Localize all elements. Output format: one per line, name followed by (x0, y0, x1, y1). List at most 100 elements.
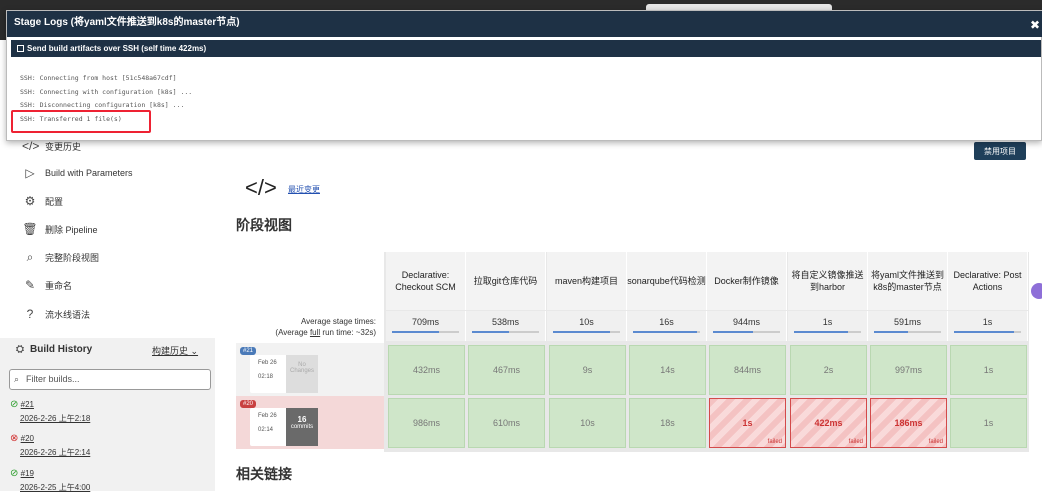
stage-average: 538ms (466, 311, 546, 341)
run-date: Feb 26 (258, 413, 277, 419)
sidebar-item-label: 重命名 (45, 280, 73, 291)
sidebar-item-label: 配置 (45, 196, 64, 207)
stage-average: 16s (627, 311, 707, 341)
stage-cell[interactable]: 844ms (709, 345, 786, 395)
stage-header: Declarative: Post Actions (948, 252, 1028, 310)
log-line: SSH: Connecting with configuration [k8s]… (20, 88, 193, 96)
stage-header: Declarative: Checkout SCM (386, 252, 466, 310)
build-list-item[interactable]: ⊘ #19 2026-2-25 上午4:00 (10, 468, 90, 492)
progress-bar (874, 331, 941, 333)
stage-cell[interactable]: 986ms (388, 398, 465, 448)
stage-average: 1s (788, 311, 868, 341)
stage-cell[interactable]: 432ms (388, 345, 465, 395)
sidebar-item[interactable]: ? 流水线语法 (22, 305, 90, 323)
stage-header: 拉取git仓库代码 (466, 252, 546, 310)
sidebar-item[interactable]: 🗑 删除 Pipeline (22, 220, 98, 238)
run-badge[interactable]: #20 (240, 400, 257, 408)
stage-view-title: 阶段视图 (236, 217, 292, 233)
stage-cell[interactable]: 610ms (468, 398, 545, 448)
filter-builds-input[interactable]: ⌕ Filter builds... (9, 369, 211, 390)
stage-header: 将自定义镜像推送到harbor (788, 252, 868, 310)
failed-icon: ⊗ (10, 433, 19, 444)
sidebar-item-icon: ▷ (25, 166, 35, 180)
stage-average: 1s (948, 311, 1028, 341)
failed-flag: failed (928, 439, 943, 445)
progress-bar (954, 331, 1021, 333)
stage-cell[interactable]: 186ms failed (870, 398, 947, 448)
log-line: SSH: Disconnecting configuration [k8s] .… (20, 101, 185, 109)
disable-project-button[interactable]: 禁用项目 (974, 142, 1026, 160)
success-icon: ⊘ (10, 399, 19, 410)
run-badge[interactable]: #21 (240, 347, 257, 355)
build-history-icon: ⛭ (16, 344, 24, 355)
build-date[interactable]: 2026-2-25 上午4:00 (20, 482, 90, 493)
sidebar-item[interactable]: ⚙ 配置 (22, 192, 63, 210)
sidebar-item-label: 流水线语法 (45, 309, 91, 320)
average-times-label: Average stage times: (Average full run t… (275, 317, 376, 337)
stage-cell[interactable]: 2s (790, 345, 867, 395)
stage-header: 将yaml文件推送到k8s的master节点 (868, 252, 948, 310)
changes-box[interactable]: No Changes (286, 355, 318, 393)
sidebar-item-icon: ? (26, 307, 34, 321)
highlight-box (11, 110, 151, 133)
run-date: Feb 26 (258, 360, 277, 366)
close-icon[interactable]: ✖ (1030, 13, 1040, 37)
stage-average: 709ms (386, 311, 466, 341)
run-time: 02:14 (258, 427, 274, 433)
failed-flag: failed (848, 439, 863, 445)
stage-cell[interactable]: 14s (629, 345, 706, 395)
build-number[interactable]: #20 (21, 434, 34, 443)
stage-cell[interactable]: 467ms (468, 345, 545, 395)
sidebar-item[interactable]: ⌕ 完整阶段视图 (22, 248, 99, 266)
sidebar-item-icon: ✎ (24, 278, 36, 292)
stage-average: 591ms (868, 311, 948, 341)
log-line: SSH: Connecting from host [51c548a67cdf] (20, 74, 177, 82)
sidebar-item-label: Build with Parameters (45, 168, 133, 178)
stage-average: 10s (547, 311, 627, 341)
run-time: 02:18 (258, 374, 274, 380)
failed-flag: failed (767, 439, 782, 445)
recent-changes-link[interactable]: 最近变更 (288, 184, 320, 195)
stage-cell[interactable]: 1s (950, 398, 1027, 448)
build-history-title: ⛭ Build History (16, 344, 93, 355)
sidebar-item-icon: ⌕ (26, 249, 34, 264)
stage-cell[interactable]: 10s (549, 398, 626, 448)
progress-bar (633, 331, 700, 333)
build-number[interactable]: #21 (21, 400, 34, 409)
stage-cell[interactable]: 1s (950, 345, 1027, 395)
sidebar-item[interactable]: ▷ Build with Parameters (22, 164, 133, 182)
sidebar-item[interactable]: ✎ 重命名 (22, 276, 72, 294)
run-card[interactable]: Feb 26 02:18 No Changes (250, 355, 318, 393)
build-list-item[interactable]: ⊗ #20 2026-2-26 上午2:14 (10, 433, 90, 457)
sidebar-item-icon: </> (22, 139, 40, 153)
collapse-icon[interactable] (17, 45, 24, 52)
stage-cell[interactable]: 422ms failed (790, 398, 867, 448)
build-date[interactable]: 2026-2-26 上午2:14 (20, 447, 90, 458)
stage-header: maven构建项目 (547, 252, 627, 310)
related-links-title: 相关链接 (236, 466, 292, 482)
assistant-icon[interactable] (1031, 283, 1042, 299)
stage-cell[interactable]: 997ms (870, 345, 947, 395)
search-icon: ⌕ (14, 374, 20, 384)
run-card[interactable]: Feb 26 02:14 16 commits (250, 408, 318, 446)
progress-bar (392, 331, 459, 333)
progress-bar (472, 331, 539, 333)
sidebar-item-label: 删除 Pipeline (45, 224, 98, 235)
stage-logs-modal: Stage Logs (将yaml文件推送到k8s的master节点) ✖ Se… (6, 10, 1042, 141)
progress-bar (794, 331, 861, 333)
success-icon: ⊘ (10, 468, 19, 479)
step-header[interactable]: Send build artifacts over SSH (self time… (11, 40, 1041, 57)
changes-box[interactable]: 16 commits (286, 408, 318, 446)
full-run-link[interactable]: full (310, 328, 320, 337)
stage-cell[interactable]: 18s (629, 398, 706, 448)
build-history-link[interactable]: 构建历史 ⌄ (152, 344, 198, 357)
build-date[interactable]: 2026-2-26 上午2:18 (20, 413, 90, 424)
build-number[interactable]: #19 (21, 469, 34, 478)
stage-cell[interactable]: 1s failed (709, 398, 786, 448)
stage-cell[interactable]: 9s (549, 345, 626, 395)
sidebar-item-icon: ⚙ (24, 194, 36, 208)
sidebar-item-label: 变更历史 (45, 141, 82, 152)
stage-average: 944ms (707, 311, 787, 341)
build-list-item[interactable]: ⊘ #21 2026-2-26 上午2:18 (10, 399, 90, 423)
sidebar-item-label: 完整阶段视图 (45, 252, 100, 263)
